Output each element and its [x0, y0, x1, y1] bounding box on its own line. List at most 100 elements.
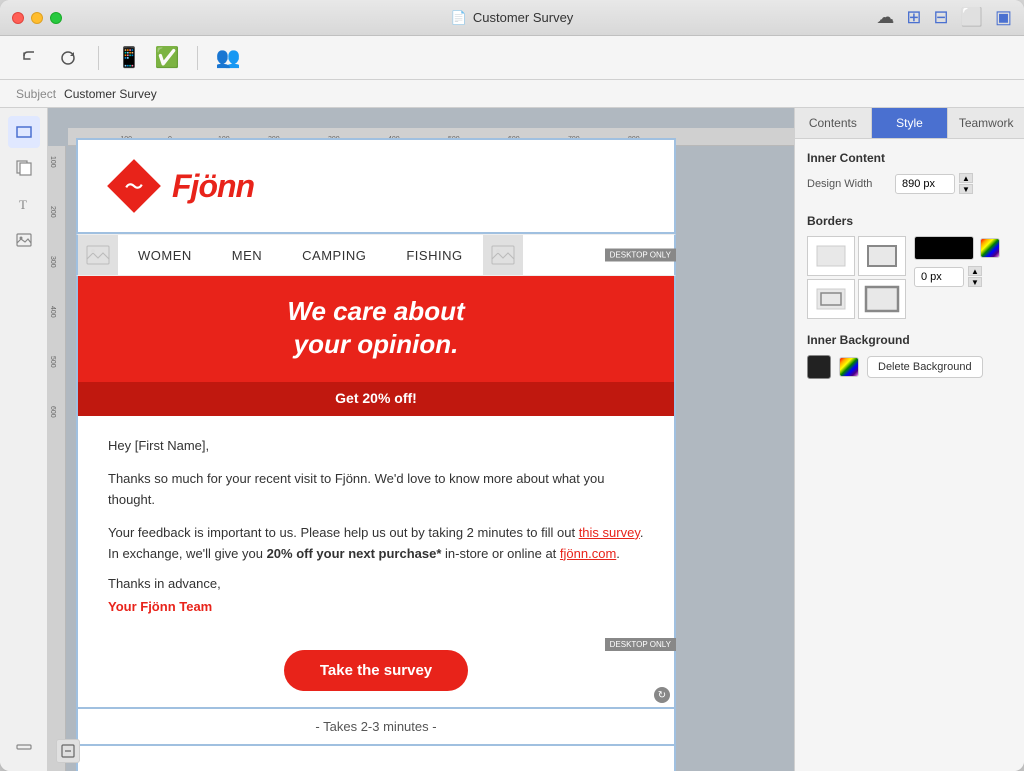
canvas-area[interactable]: -100 0 100 200 300 400 500 600 700 800 1…	[48, 108, 794, 771]
border-preset-outer[interactable]	[858, 279, 906, 319]
border-size-stepper: ▲ ▼	[968, 266, 982, 287]
nav-desktop-only-badge: DESKTOP ONLY	[605, 249, 676, 262]
right-panel: Contents Style Teamwork Inner Content De…	[794, 108, 1024, 771]
tab-teamwork[interactable]: Teamwork	[948, 108, 1024, 138]
email-timing-section: - Takes 2-3 minutes -	[76, 707, 676, 746]
subject-label: Subject	[16, 87, 56, 101]
inner-bg-swatch[interactable]	[807, 355, 831, 379]
border-preset-all[interactable]	[858, 236, 906, 276]
right-panel-content: Inner Content Design Width ▲ ▼	[795, 139, 1024, 391]
border-color-picker[interactable]	[980, 238, 1000, 258]
inner-bg-controls: Delete Background	[807, 355, 1012, 379]
design-width-label: Design Width	[807, 178, 887, 190]
border-color-size: ▲ ▼	[914, 236, 1000, 287]
tool-layers[interactable]	[8, 152, 40, 184]
nav-item-fishing[interactable]: FISHING	[386, 236, 482, 275]
panel-right-icon[interactable]: ▣	[995, 7, 1012, 28]
body-para2-end: in-store or online at	[441, 546, 560, 561]
body-site-link[interactable]: fjönn.com	[560, 546, 616, 561]
email-cta-section: DESKTOP ONLY Take the survey ↻	[76, 634, 676, 707]
toolbar-sep-2	[197, 46, 198, 70]
close-button[interactable]	[12, 12, 24, 24]
email-empty-section-1	[76, 746, 676, 771]
border-size-up[interactable]: ▲	[968, 266, 982, 276]
inner-background-section: Inner Background Delete Background	[807, 333, 1012, 379]
right-panel-tabs: Contents Style Teamwork	[795, 108, 1024, 139]
check-icon[interactable]: ✅	[153, 44, 181, 72]
inner-content-section: Inner Content Design Width ▲ ▼	[807, 151, 1012, 200]
nav-item-camping[interactable]: CAMPING	[282, 236, 386, 275]
borders-controls: ▲ ▼	[807, 236, 1012, 319]
borders-section: Borders	[807, 214, 1012, 319]
traffic-lights	[12, 12, 62, 24]
window-title: Customer Survey	[473, 10, 573, 25]
border-presets	[807, 236, 906, 319]
body-greeting: Hey [First Name],	[108, 436, 644, 457]
border-size-input[interactable]	[914, 267, 964, 287]
tab-style[interactable]: Style	[872, 108, 949, 138]
body-paragraph-2: Your feedback is important to us. Please…	[108, 523, 644, 565]
tool-settings[interactable]	[8, 731, 40, 763]
body-survey-link[interactable]: this survey	[579, 525, 640, 540]
stepper-up[interactable]: ▲	[959, 173, 973, 183]
email-canvas: 〜 Fjönn WOMEN MEN CAMPING FISHING	[76, 138, 676, 771]
email-body: Hey [First Name], Thanks so much for you…	[76, 416, 676, 634]
border-size-row: ▲ ▼	[914, 266, 1000, 287]
grid-add-icon[interactable]: ⊞	[906, 7, 921, 28]
refresh-icon[interactable]	[54, 44, 82, 72]
body-para2-start: Your feedback is important to us. Please…	[108, 525, 579, 540]
logo-wave-symbol: 〜	[125, 173, 143, 199]
cta-resize-handle[interactable]: ↻	[654, 687, 670, 703]
border-preset-none[interactable]	[807, 236, 855, 276]
tool-text[interactable]: T	[8, 188, 40, 220]
tool-image[interactable]	[8, 224, 40, 256]
borders-title: Borders	[807, 214, 1012, 228]
toolbar-left-group	[16, 44, 82, 72]
design-width-stepper: ▲ ▼	[959, 173, 973, 194]
design-width-input[interactable]	[895, 174, 955, 194]
design-width-row: Design Width ▲ ▼	[807, 173, 1012, 194]
delete-background-button[interactable]: Delete Background	[867, 356, 983, 378]
users-icon[interactable]: 👥	[214, 44, 242, 72]
toolbar-right-group: 👥	[214, 44, 242, 72]
device-preview-icon[interactable]: 📱	[115, 44, 143, 72]
maximize-button[interactable]	[50, 12, 62, 24]
border-color-row	[914, 236, 1000, 260]
body-para2-bold: 20% off your next purchase*	[267, 546, 442, 561]
nav-item-women[interactable]: WOMEN	[118, 236, 212, 275]
stepper-down[interactable]: ▼	[959, 184, 973, 194]
subject-value: Customer Survey	[64, 87, 157, 101]
tool-rectangle[interactable]	[8, 116, 40, 148]
inner-background-title: Inner Background	[807, 333, 1012, 347]
email-nav-bar: WOMEN MEN CAMPING FISHING DESKTOP ONLY	[76, 234, 676, 276]
timing-text: - Takes 2-3 minutes -	[315, 719, 436, 734]
tab-contents[interactable]: Contents	[795, 108, 872, 138]
panel-left-icon[interactable]: ⬜	[961, 7, 983, 28]
subject-bar: Subject Customer Survey	[0, 80, 1024, 108]
main-area: T -100 0 100 200 300 400 500	[0, 108, 1024, 771]
border-preset-inner[interactable]	[807, 279, 855, 319]
left-panel: T	[0, 108, 48, 771]
nav-right-image	[483, 235, 523, 275]
brand-name: Fjönn	[172, 168, 254, 205]
hero-title-line2: your opinion.	[108, 329, 644, 360]
zoom-button[interactable]	[56, 739, 80, 763]
minimize-button[interactable]	[31, 12, 43, 24]
design-width-input-group: ▲ ▼	[895, 173, 973, 194]
column-icon[interactable]: ⊟	[933, 7, 948, 28]
email-promo-bar: Get 20% off!	[76, 382, 676, 416]
cta-desktop-only-badge: DESKTOP ONLY	[605, 638, 676, 651]
nav-item-men[interactable]: MEN	[212, 236, 282, 275]
border-size-down[interactable]: ▼	[968, 277, 982, 287]
email-hero-section: We care about your opinion.	[76, 276, 676, 382]
border-color-swatch[interactable]	[914, 236, 974, 260]
body-para2-period: .	[616, 546, 620, 561]
inner-bg-color-picker[interactable]	[839, 357, 859, 377]
cta-button[interactable]: Take the survey	[284, 650, 468, 691]
cloud-icon[interactable]: ☁	[876, 7, 894, 28]
promo-text: Get 20% off!	[335, 390, 417, 406]
titlebar-right-icons: ☁ ⊞ ⊟ ⬜ ▣	[876, 7, 1012, 28]
title-bar: 📄 Customer Survey ☁ ⊞ ⊟ ⬜ ▣	[0, 0, 1024, 36]
body-signature: Your Fjönn Team	[108, 599, 644, 614]
undo-button[interactable]	[16, 44, 44, 72]
